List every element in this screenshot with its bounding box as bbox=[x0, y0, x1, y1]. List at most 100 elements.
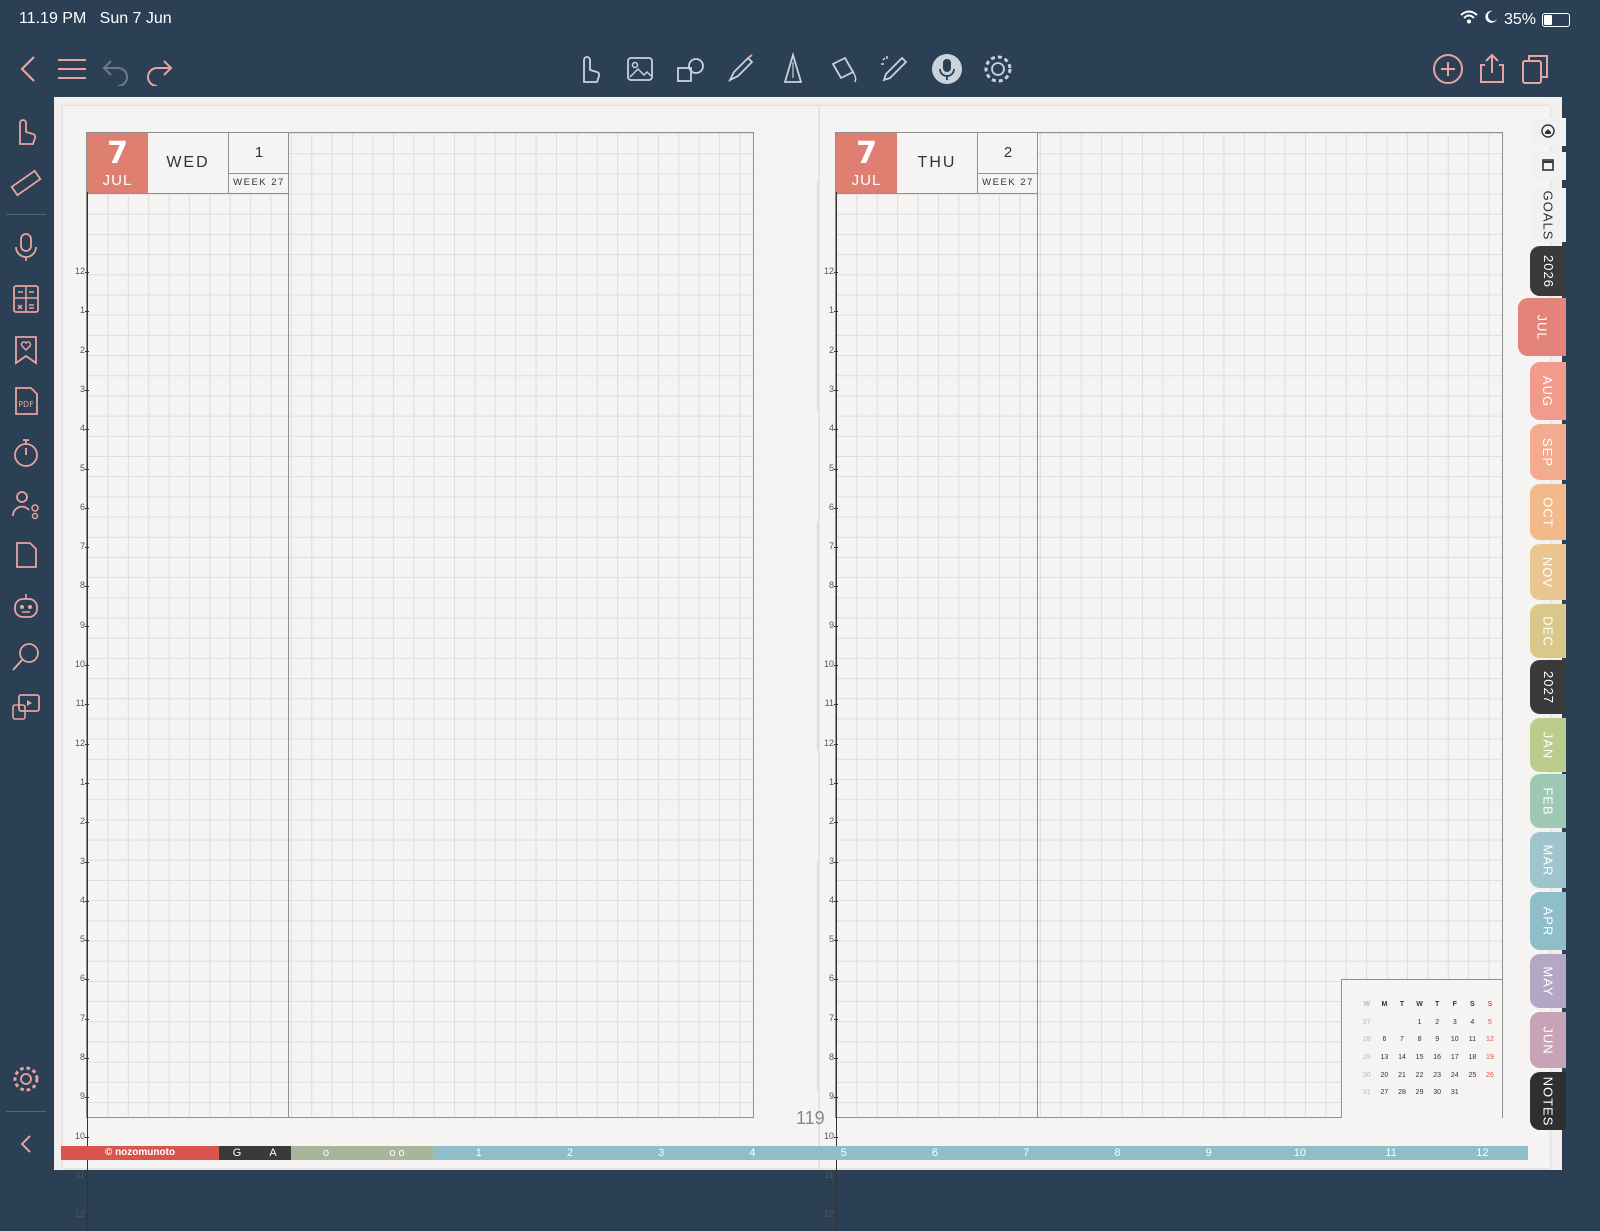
tab-sep[interactable]: SEP bbox=[1530, 424, 1566, 480]
magic-pencil-icon[interactable] bbox=[876, 50, 914, 88]
mini-calendar-day[interactable]: 7 bbox=[1393, 1031, 1411, 1049]
calculator-icon[interactable] bbox=[8, 280, 44, 318]
mini-calendar-day[interactable]: 31 bbox=[1446, 1084, 1464, 1102]
hand-icon[interactable] bbox=[8, 112, 44, 150]
tab-jun[interactable]: JUN bbox=[1530, 1012, 1566, 1068]
mini-calendar[interactable]: W M T W T F S S 27 1 2 3 4 5 28 6 7 8 9 10 11 12 29 13 14 15 16 17 1… bbox=[1341, 979, 1502, 1118]
bottom-bar-item[interactable]: 6 bbox=[889, 1146, 981, 1160]
right-day-grid[interactable] bbox=[835, 132, 1503, 1118]
mini-calendar-day[interactable]: 13 bbox=[1376, 1049, 1394, 1067]
search-icon[interactable] bbox=[8, 638, 44, 676]
bookmark-heart-icon[interactable] bbox=[8, 331, 44, 369]
left-day-grid[interactable] bbox=[86, 132, 754, 1118]
mini-calendar-day[interactable]: 11 bbox=[1464, 1031, 1482, 1049]
bottom-bar-item[interactable]: 8 bbox=[1071, 1146, 1163, 1160]
mini-calendar-day[interactable]: 4 bbox=[1464, 1014, 1482, 1032]
mini-calendar-day[interactable]: 1 bbox=[1411, 1014, 1429, 1032]
bottom-bar-item[interactable]: 1 bbox=[433, 1146, 525, 1160]
share-nodes-icon[interactable] bbox=[8, 485, 44, 523]
hand-pointer-icon[interactable] bbox=[570, 50, 608, 88]
tab-may[interactable]: MAY bbox=[1530, 954, 1566, 1008]
magic-bucket-icon[interactable] bbox=[825, 50, 863, 88]
mini-calendar-day[interactable]: 26 bbox=[1481, 1066, 1499, 1084]
mini-calendar-day[interactable]: 12 bbox=[1481, 1031, 1499, 1049]
right-week-box[interactable]: 2 WEEK 27 bbox=[977, 133, 1038, 193]
tab-2027[interactable]: 2027 bbox=[1530, 660, 1566, 714]
pdf-icon[interactable]: PDF bbox=[8, 382, 44, 420]
tab-jan[interactable]: JAN bbox=[1530, 718, 1566, 772]
bottom-bar-item[interactable]: G bbox=[219, 1146, 255, 1160]
collapse-icon[interactable] bbox=[8, 1125, 44, 1163]
mini-calendar-day[interactable]: 3 bbox=[1446, 1014, 1464, 1032]
bottom-bar-item[interactable]: A bbox=[255, 1146, 291, 1160]
mini-calendar-day[interactable]: 29 bbox=[1411, 1084, 1429, 1102]
mini-calendar-day[interactable]: 10 bbox=[1446, 1031, 1464, 1049]
pen-nib-icon[interactable] bbox=[722, 50, 760, 88]
mini-calendar-day[interactable]: 14 bbox=[1393, 1049, 1411, 1067]
redo-icon[interactable] bbox=[140, 50, 178, 88]
menu-icon[interactable] bbox=[53, 50, 91, 88]
bottom-bar-item[interactable]: o bbox=[291, 1146, 361, 1160]
bottom-bar-item[interactable]: o o bbox=[361, 1146, 433, 1160]
mini-calendar-day[interactable]: 23 bbox=[1428, 1066, 1446, 1084]
tab-mar[interactable]: MAR bbox=[1530, 832, 1566, 888]
mini-calendar-day[interactable]: 20 bbox=[1376, 1066, 1394, 1084]
tab-2026[interactable]: 2026 bbox=[1530, 246, 1566, 296]
share-icon[interactable] bbox=[1473, 50, 1511, 88]
square-tab[interactable] bbox=[1530, 152, 1566, 180]
mini-calendar-day[interactable]: 25 bbox=[1464, 1066, 1482, 1084]
mini-calendar-day[interactable]: 27 bbox=[1376, 1084, 1394, 1102]
notebook-spread[interactable]: 7 JUL WED 1 WEEK 27 12 1 2 3 4 5 6 7 8 9 10 11 12 1 2 3… bbox=[63, 106, 1550, 1231]
mini-calendar-day[interactable]: 30 bbox=[1428, 1084, 1446, 1102]
bottom-bar-item[interactable]: 11 bbox=[1345, 1146, 1437, 1160]
left-week-box[interactable]: 1 WEEK 27 bbox=[228, 133, 289, 193]
shapes-icon[interactable] bbox=[672, 50, 710, 88]
bottom-bar-item[interactable]: 3 bbox=[615, 1146, 707, 1160]
mini-calendar-day[interactable]: 22 bbox=[1411, 1066, 1429, 1084]
bottom-bar-item[interactable]: 4 bbox=[706, 1146, 798, 1160]
mini-calendar-day[interactable]: 15 bbox=[1411, 1049, 1429, 1067]
tab-apr[interactable]: APR bbox=[1530, 892, 1566, 950]
bottom-bar-item[interactable]: 9 bbox=[1163, 1146, 1255, 1160]
tab-aug[interactable]: AUG bbox=[1530, 362, 1566, 420]
image-gallery-icon[interactable] bbox=[621, 50, 659, 88]
robot-icon[interactable] bbox=[8, 587, 44, 625]
tab-dec[interactable]: DEC bbox=[1530, 604, 1566, 658]
mini-calendar-day[interactable]: 5 bbox=[1481, 1014, 1499, 1032]
mini-calendar-day[interactable]: 18 bbox=[1464, 1049, 1482, 1067]
tab-oct[interactable]: OCT bbox=[1530, 484, 1566, 540]
mini-calendar-day[interactable]: 28 bbox=[1393, 1084, 1411, 1102]
timer-icon[interactable] bbox=[8, 434, 44, 472]
mini-calendar-day[interactable]: 17 bbox=[1446, 1049, 1464, 1067]
tab-jul[interactable]: JUL bbox=[1518, 298, 1566, 356]
mini-calendar-day[interactable]: 24 bbox=[1446, 1066, 1464, 1084]
mini-calendar-day[interactable]: 21 bbox=[1393, 1066, 1411, 1084]
pages-icon[interactable] bbox=[1516, 50, 1554, 88]
tab-feb[interactable]: FEB bbox=[1530, 774, 1566, 828]
bottom-bar-item[interactable]: 2 bbox=[524, 1146, 616, 1160]
back-icon[interactable] bbox=[10, 50, 48, 88]
microphone-icon[interactable] bbox=[8, 228, 44, 266]
mini-calendar-day[interactable]: 6 bbox=[1376, 1031, 1394, 1049]
tab-goals[interactable]: GOALS bbox=[1530, 188, 1566, 242]
settings-icon[interactable] bbox=[8, 1060, 44, 1098]
mini-calendar-day[interactable]: 2 bbox=[1428, 1014, 1446, 1032]
highlighter-icon[interactable] bbox=[774, 50, 812, 88]
mini-calendar-day[interactable]: 8 bbox=[1411, 1031, 1429, 1049]
slideshow-icon[interactable] bbox=[8, 688, 44, 726]
bottom-bar-item[interactable]: 7 bbox=[980, 1146, 1072, 1160]
add-icon[interactable] bbox=[1429, 50, 1467, 88]
gear-icon[interactable] bbox=[979, 50, 1017, 88]
bottom-bar-item[interactable]: 10 bbox=[1254, 1146, 1346, 1160]
document-icon[interactable] bbox=[8, 536, 44, 574]
mini-calendar-day[interactable]: 19 bbox=[1481, 1049, 1499, 1067]
bottom-bar-item[interactable]: 12 bbox=[1436, 1146, 1528, 1160]
tab-nov[interactable]: NOV bbox=[1530, 544, 1566, 600]
left-date-box[interactable]: 7 JUL bbox=[87, 133, 148, 193]
undo-icon[interactable] bbox=[97, 50, 135, 88]
bottom-bar-item[interactable]: 5 bbox=[798, 1146, 890, 1160]
microphone-icon[interactable] bbox=[928, 50, 966, 88]
mini-calendar-day[interactable]: 16 bbox=[1428, 1049, 1446, 1067]
right-date-box[interactable]: 7 JUL bbox=[836, 133, 897, 193]
tab-notes[interactable]: NOTES bbox=[1530, 1072, 1566, 1130]
